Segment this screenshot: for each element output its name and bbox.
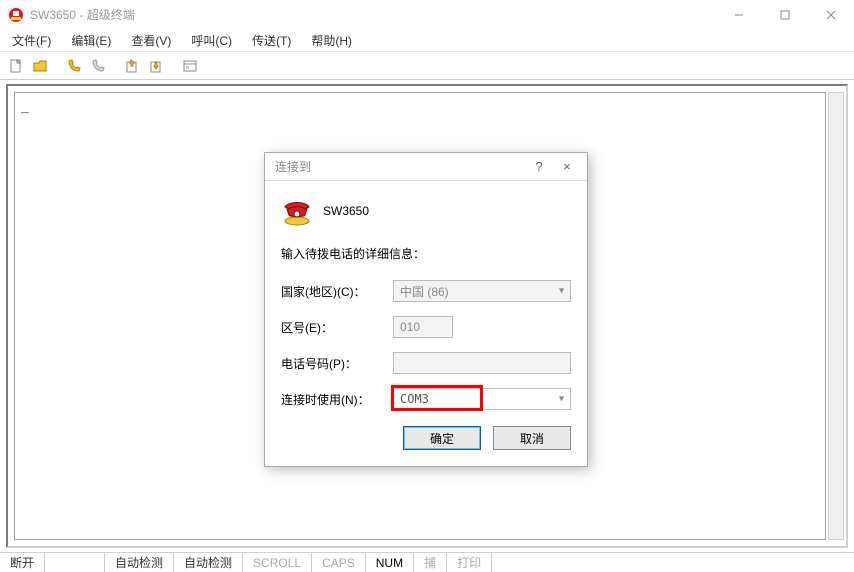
dialog-prompt: 输入待拨电话的详细信息：: [281, 245, 571, 262]
dialog-title: 连接到: [275, 158, 525, 175]
dialog-buttons: 确定 取消: [281, 426, 571, 450]
minimize-button[interactable]: [716, 0, 762, 29]
dialog-header: SW3650: [281, 195, 571, 227]
dialog-help-button[interactable]: ?: [525, 159, 553, 174]
country-label: 国家(地区)(C)：: [281, 283, 393, 300]
status-spacer: [45, 553, 105, 572]
areacode-input[interactable]: 010: [393, 316, 453, 338]
menu-transfer[interactable]: 传送(T): [244, 30, 299, 51]
row-country: 国家(地区)(C)： 中国 (86) ▾: [281, 278, 571, 304]
status-scroll: SCROLL: [243, 553, 312, 572]
vertical-scrollbar[interactable]: [828, 92, 844, 540]
status-capture: 捕: [414, 553, 447, 572]
phone-icon: [281, 195, 313, 227]
connect-using-label: 连接时使用(N)：: [281, 391, 393, 408]
status-caps: CAPS: [312, 553, 366, 572]
areacode-value: 010: [400, 320, 420, 334]
country-value: 中国 (86): [400, 283, 449, 300]
row-phone: 电话号码(P)：: [281, 350, 571, 376]
status-state: 断开: [0, 553, 45, 572]
status-print: 打印: [447, 553, 492, 572]
phone-label: 电话号码(P)：: [281, 355, 393, 372]
window-title: SW3650 - 超级终端: [30, 6, 716, 23]
chevron-down-icon: ▾: [559, 394, 564, 405]
window-buttons: [716, 0, 854, 29]
areacode-label: 区号(E)：: [281, 319, 393, 336]
menu-call[interactable]: 呼叫(C): [183, 30, 240, 51]
open-file-icon[interactable]: [30, 56, 50, 76]
menu-view[interactable]: 查看(V): [123, 30, 179, 51]
row-connect-using: 连接时使用(N)： COM3 ▾: [281, 386, 571, 412]
window-titlebar: SW3650 - 超级终端: [0, 0, 854, 30]
send-icon[interactable]: [122, 56, 142, 76]
connection-name: SW3650: [323, 204, 369, 218]
connect-to-dialog: 连接到 ? × SW3650 输入待拨电话的详细信息： 国家(地区)(C)： 中…: [264, 152, 588, 467]
hangup-icon[interactable]: [88, 56, 108, 76]
app-icon: [8, 7, 24, 23]
dialog-titlebar: 连接到 ? ×: [265, 153, 587, 181]
call-icon[interactable]: [64, 56, 84, 76]
properties-icon[interactable]: [180, 56, 200, 76]
row-areacode: 区号(E)： 010: [281, 314, 571, 340]
menu-file[interactable]: 文件(F): [4, 30, 59, 51]
ok-button[interactable]: 确定: [403, 426, 481, 450]
receive-icon[interactable]: [146, 56, 166, 76]
menu-help[interactable]: 帮助(H): [303, 30, 360, 51]
toolbar: [0, 52, 854, 80]
dialog-close-button[interactable]: ×: [553, 159, 581, 174]
statusbar: 断开 自动检测 自动检测 SCROLL CAPS NUM 捕 打印: [0, 552, 854, 572]
cancel-button[interactable]: 取消: [493, 426, 571, 450]
maximize-button[interactable]: [762, 0, 808, 29]
phone-input[interactable]: [393, 352, 571, 374]
close-button[interactable]: [808, 0, 854, 29]
chevron-down-icon: ▾: [559, 286, 564, 297]
status-auto2: 自动检测: [174, 553, 243, 572]
menubar: 文件(F) 编辑(E) 查看(V) 呼叫(C) 传送(T) 帮助(H): [0, 30, 854, 52]
new-file-icon[interactable]: [6, 56, 26, 76]
terminal-cursor: _: [21, 99, 29, 114]
country-select[interactable]: 中国 (86) ▾: [393, 280, 571, 302]
status-auto1: 自动检测: [105, 553, 174, 572]
status-num: NUM: [366, 553, 414, 572]
menu-edit[interactable]: 编辑(E): [63, 30, 119, 51]
dialog-body: SW3650 输入待拨电话的详细信息： 国家(地区)(C)： 中国 (86) ▾…: [265, 181, 587, 466]
connect-using-select[interactable]: COM3 ▾: [393, 388, 571, 410]
connect-using-value: COM3: [400, 392, 429, 406]
